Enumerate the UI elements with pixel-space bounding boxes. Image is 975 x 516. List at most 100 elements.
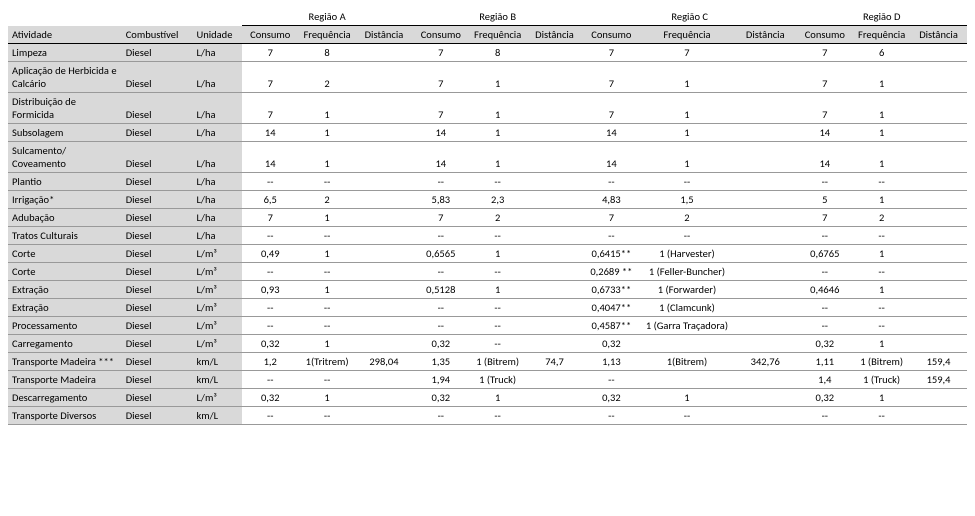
cell-d-consumo: 0,6765	[796, 245, 853, 263]
cell-c-freq: 1,5	[640, 191, 734, 209]
cell-fuel: Diesel	[122, 173, 193, 191]
cell-a-consumo: --	[242, 263, 299, 281]
cell-b-consumo: 0,32	[412, 389, 469, 407]
cell-d-consumo: 0,32	[796, 335, 853, 353]
cell-a-dist	[356, 371, 413, 389]
cell-b-dist	[526, 299, 583, 317]
cell-b-dist	[526, 209, 583, 227]
header-fuel: Combustível	[122, 26, 193, 44]
cell-unit: L/m³	[192, 389, 241, 407]
cell-d-freq: 1	[853, 191, 910, 209]
cell-b-consumo: --	[412, 407, 469, 425]
cell-c-freq: 1	[640, 62, 734, 93]
cell-d-consumo: 1,11	[796, 353, 853, 371]
cell-unit: km/L	[192, 407, 241, 425]
cell-fuel: Diesel	[122, 299, 193, 317]
cell-b-dist	[526, 389, 583, 407]
cell-d-dist	[910, 173, 967, 191]
table-row: ProcessamentoDieselL/m³--------0,4587**1…	[8, 317, 967, 335]
cell-d-dist	[910, 299, 967, 317]
cell-d-consumo: 1,4	[796, 371, 853, 389]
cell-c-freq: 1 (Clamcunk)	[640, 299, 734, 317]
cell-c-consumo: --	[583, 407, 640, 425]
cell-a-dist	[356, 173, 413, 191]
cell-b-consumo: 7	[412, 93, 469, 124]
cell-b-consumo: --	[412, 263, 469, 281]
data-table: Região A Região B Região C Região D Ativ…	[8, 8, 967, 425]
cell-c-consumo: 7	[583, 209, 640, 227]
cell-b-consumo: --	[412, 227, 469, 245]
cell-b-freq: --	[469, 227, 526, 245]
cell-c-dist: 342,76	[734, 353, 796, 371]
column-header-row: Atividade Combustível Unidade Consumo Fr…	[8, 26, 967, 44]
cell-a-consumo: 7	[242, 62, 299, 93]
cell-a-freq: --	[299, 299, 356, 317]
cell-fuel: Diesel	[122, 44, 193, 62]
cell-c-freq: 1	[640, 389, 734, 407]
cell-a-consumo: 0,32	[242, 335, 299, 353]
cell-c-dist	[734, 245, 796, 263]
cell-b-dist: 74,7	[526, 353, 583, 371]
cell-a-freq: --	[299, 173, 356, 191]
cell-fuel: Diesel	[122, 371, 193, 389]
cell-d-freq: 6	[853, 44, 910, 62]
cell-c-freq	[640, 371, 734, 389]
cell-c-freq: 1	[640, 142, 734, 173]
cell-c-dist	[734, 93, 796, 124]
cell-a-consumo: --	[242, 371, 299, 389]
table-row: Sulcamento/ CoveamentoDieselL/ha14114114…	[8, 142, 967, 173]
cell-a-dist	[356, 407, 413, 425]
cell-c-consumo: 1,13	[583, 353, 640, 371]
cell-d-freq: --	[853, 299, 910, 317]
cell-c-dist	[734, 227, 796, 245]
cell-d-freq: --	[853, 227, 910, 245]
cell-c-dist	[734, 263, 796, 281]
header-a-freq: Frequência	[299, 26, 356, 44]
cell-b-freq: --	[469, 335, 526, 353]
cell-b-dist	[526, 317, 583, 335]
cell-activity: Extração	[8, 281, 122, 299]
cell-a-freq: 1	[299, 209, 356, 227]
cell-unit: L/ha	[192, 227, 241, 245]
cell-b-consumo: 7	[412, 62, 469, 93]
cell-b-freq: 1 (Bitrem)	[469, 353, 526, 371]
cell-a-consumo: 7	[242, 44, 299, 62]
cell-a-freq: 1	[299, 281, 356, 299]
cell-b-consumo: 0,6565	[412, 245, 469, 263]
cell-unit: L/m³	[192, 245, 241, 263]
cell-b-freq: 2,3	[469, 191, 526, 209]
cell-b-freq: 8	[469, 44, 526, 62]
cell-b-freq: 1	[469, 281, 526, 299]
cell-fuel: Diesel	[122, 209, 193, 227]
cell-d-dist	[910, 407, 967, 425]
cell-b-freq: --	[469, 263, 526, 281]
cell-activity: Extração	[8, 299, 122, 317]
cell-b-dist	[526, 371, 583, 389]
header-d-dist: Distância	[910, 26, 967, 44]
cell-activity: Aplicação de Herbicida e Calcário	[8, 62, 122, 93]
cell-b-freq: 1	[469, 389, 526, 407]
cell-unit: L/m³	[192, 281, 241, 299]
cell-d-dist	[910, 44, 967, 62]
cell-c-consumo: 0,6415**	[583, 245, 640, 263]
cell-a-freq: --	[299, 317, 356, 335]
cell-d-consumo: --	[796, 263, 853, 281]
cell-c-dist	[734, 281, 796, 299]
table-row: CarregamentoDieselL/m³0,3210,32--0,320,3…	[8, 335, 967, 353]
cell-a-consumo: 14	[242, 124, 299, 142]
cell-c-dist	[734, 62, 796, 93]
cell-d-dist: 159,4	[910, 371, 967, 389]
cell-a-freq: 1	[299, 389, 356, 407]
cell-activity: Subsolagem	[8, 124, 122, 142]
header-a-consumo: Consumo	[242, 26, 299, 44]
cell-d-freq: 1	[853, 124, 910, 142]
cell-c-freq: 1	[640, 124, 734, 142]
cell-a-consumo: 1,2	[242, 353, 299, 371]
cell-activity: Corte	[8, 263, 122, 281]
cell-b-dist	[526, 93, 583, 124]
header-b-consumo: Consumo	[412, 26, 469, 44]
cell-d-freq: 1	[853, 142, 910, 173]
cell-c-consumo: --	[583, 173, 640, 191]
cell-a-freq: 1	[299, 124, 356, 142]
cell-fuel: Diesel	[122, 124, 193, 142]
